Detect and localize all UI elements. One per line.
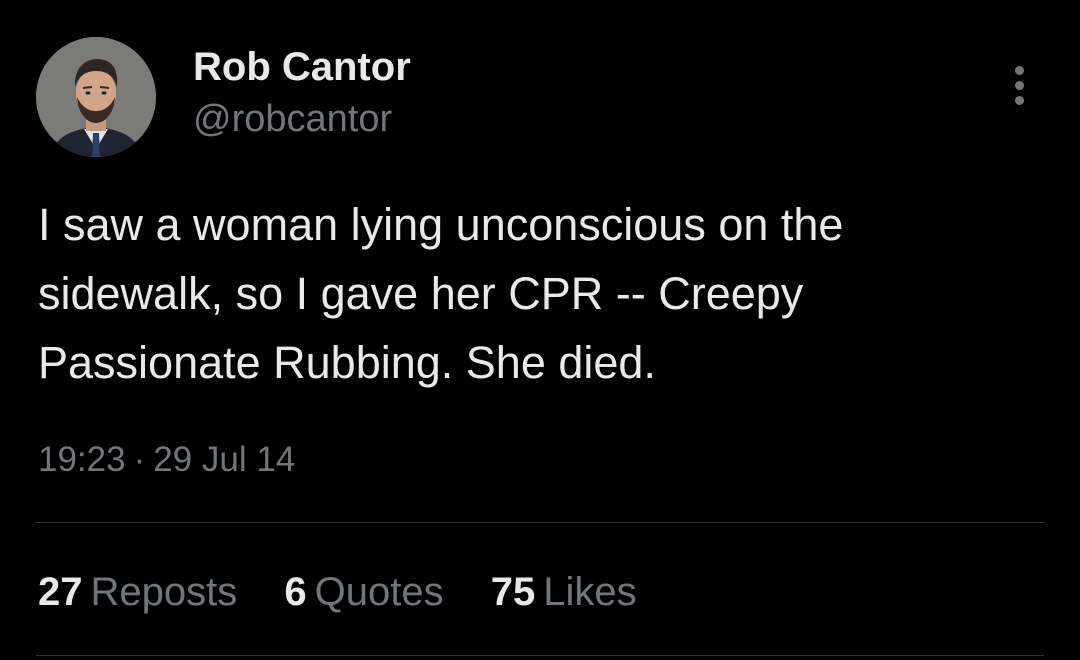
reposts-stat[interactable]: 27 Reposts [38,568,237,616]
tweet-timestamp[interactable]: 19:23 · 29 Jul 14 [38,438,295,482]
profile-photo-icon [36,37,156,157]
tweet-date: 29 Jul 14 [153,440,296,479]
more-options-button[interactable] [1000,60,1040,110]
reposts-label: Reposts [90,570,238,614]
tweet-text-line: Passionate Rubbing. She died. [38,337,656,388]
tweet-text-line: sidewalk, so I gave her CPR -- Creepy [38,268,804,319]
likes-label: Likes [543,570,637,614]
tweet-text-line: I saw a woman lying unconscious on the [38,199,844,250]
likes-stat[interactable]: 75 Likes [491,568,637,616]
divider [36,655,1044,656]
likes-count: 75 [490,570,536,614]
quotes-label: Quotes [314,570,444,614]
author-handle[interactable]: @robcantor [193,96,392,142]
reposts-count: 27 [38,570,83,614]
timestamp-separator: · [133,440,146,479]
tweet-text: I saw a woman lying unconscious on the s… [38,190,1048,397]
tweet-time: 19:23 [38,440,126,479]
quotes-count: 6 [284,570,307,614]
tweet-card: Rob Cantor @robcantor I saw a woman lyin… [0,0,1080,660]
author-display-name[interactable]: Rob Cantor [193,43,411,91]
avatar[interactable] [36,37,156,157]
quotes-stat[interactable]: 6 Quotes [284,568,443,616]
divider [36,522,1044,523]
engagement-stats: 27 Reposts 6 Quotes 75 Likes [38,568,673,616]
